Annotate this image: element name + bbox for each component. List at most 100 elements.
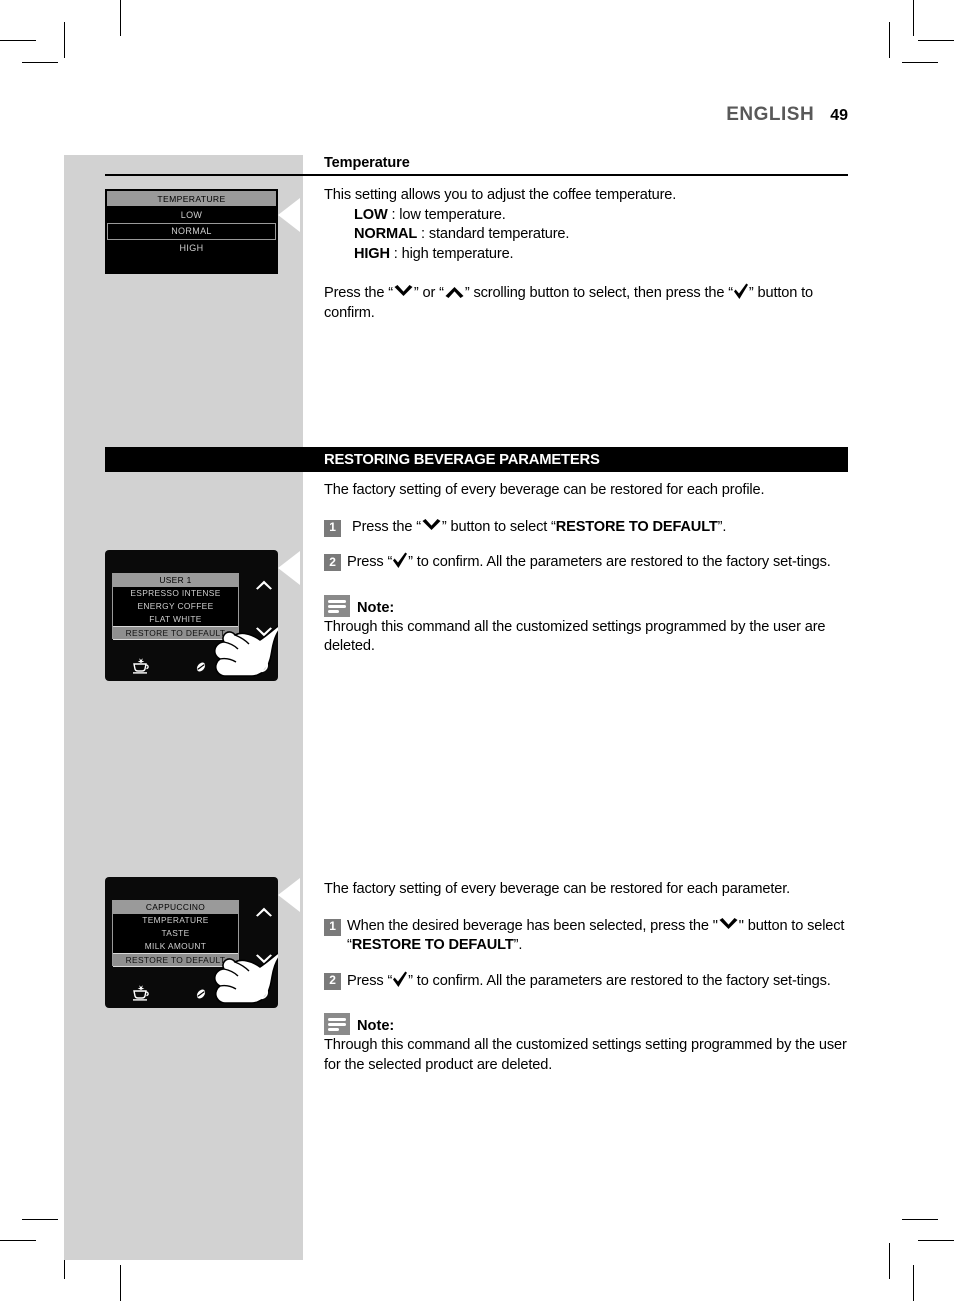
step-text-bold: RESTORE TO DEFAULT <box>555 518 718 535</box>
step-text-a: Press “ <box>347 554 393 571</box>
profile-step-2: 2 Press “ ” to confirm. All the parameter… <box>324 552 848 573</box>
parameter-display-panel: CAPPUCCINO TEMPERATURE TASTE MILK AMOUNT… <box>105 877 278 1008</box>
step-text-b: ” to confirm. All the parameters are res… <box>408 972 831 989</box>
note-text: Through this command all the customized … <box>324 618 826 655</box>
chevron-up-icon <box>255 577 273 595</box>
crop-mark <box>913 1265 914 1301</box>
temperature-option-normal: NORMAL : standard temperature. <box>324 225 848 245</box>
chevron-down-icon <box>421 518 442 533</box>
step-text-b: ” button to select “ <box>441 518 556 535</box>
cup-icon <box>131 984 151 1006</box>
step-text-c: ”. <box>513 937 523 954</box>
step-text-a: Press the “ <box>352 518 421 535</box>
crop-mark <box>902 1219 938 1220</box>
section-header-label: RESTORING BEVERAGE PARAMETERS <box>324 451 600 468</box>
parameter-intro: The factory setting of every beverage ca… <box>324 881 791 897</box>
temperature-instruction: Press the “ ” or “ ” scrolling button to s… <box>324 283 848 323</box>
temperature-display-panel: TEMPERATURE LOW NORMAL HIGH <box>105 189 278 274</box>
option-def-low: : low temperature. <box>391 206 506 223</box>
crop-mark <box>918 1240 954 1241</box>
display-item-espresso-intense: ESPRESSO INTENSE <box>130 588 221 598</box>
temperature-option-high: HIGH : high temperature. <box>324 245 848 265</box>
callout-pointer <box>278 551 300 585</box>
note-text: Through this command all the customized … <box>324 1037 847 1073</box>
parameter-step-1: 1 When the desired beverage has been sel… <box>324 917 848 956</box>
step-number-badge: 1 <box>324 519 341 537</box>
step-number-badge: 1 <box>324 918 341 936</box>
chevron-up-icon <box>255 904 273 922</box>
parameter-note: Note: Through this command all the custo… <box>324 1013 848 1075</box>
page-title: Temperature <box>324 155 410 171</box>
step-text: Press “ ” to confirm. All the parameters … <box>347 552 848 573</box>
section-header-bar: RESTORING BEVERAGE PARAMETERS <box>105 447 848 472</box>
cup-icon <box>131 657 151 679</box>
manual-page: ENGLISH 49 Temperature This setting allo… <box>0 0 954 1301</box>
step-number-badge: 2 <box>324 554 341 572</box>
display-header-temperature: TEMPERATURE <box>107 191 276 206</box>
temperature-option-low: LOW : low temperature. <box>324 206 848 226</box>
display-item-low: LOW <box>180 210 203 220</box>
sidebar-gray-band <box>64 155 303 1260</box>
crop-mark <box>120 0 121 36</box>
step-text: Press the “ ” button to select “RESTORE T… <box>347 518 848 538</box>
option-term-high: HIGH <box>354 245 390 262</box>
crop-mark <box>22 1219 58 1220</box>
instruction-part-c: ” scrolling button to select, then press… <box>464 285 733 302</box>
coffee-bean-icon <box>195 987 207 1005</box>
page-header: ENGLISH 49 <box>726 104 848 126</box>
display-item-temperature: TEMPERATURE <box>142 915 209 925</box>
profile-intro: The factory setting of every beverage ca… <box>324 482 765 498</box>
check-icon <box>733 283 749 300</box>
crop-mark <box>913 0 914 36</box>
crop-mark <box>902 62 938 63</box>
crop-mark <box>22 62 58 63</box>
profile-display-panel: USER 1 ESPRESSO INTENSE ENERGY COFFEE FL… <box>105 550 278 681</box>
option-term-low: LOW <box>354 206 388 223</box>
page-number: 49 <box>830 107 848 124</box>
temperature-intro: This setting allows you to adjust the co… <box>324 187 677 203</box>
note-header: Note: <box>324 1013 848 1036</box>
check-icon <box>392 971 408 988</box>
profile-step-1: 1 Press the “ ” button to select “RESTORE… <box>324 518 848 538</box>
display-item-energy-coffee: ENERGY COFFEE <box>137 601 214 611</box>
parameter-step-2: 2 Press “ ” to confirm. All the parameter… <box>324 971 848 992</box>
note-label: Note: <box>357 599 395 616</box>
note-header: Note: <box>324 594 848 617</box>
coffee-bean-icon <box>195 660 207 678</box>
step-text-c: ”. <box>717 518 727 535</box>
callout-pointer <box>278 198 300 232</box>
option-def-high: : high temperature. <box>393 245 514 262</box>
display-header-user1: USER 1 <box>113 574 238 587</box>
crop-mark <box>889 22 890 58</box>
crop-mark <box>918 40 954 41</box>
callout-pointer <box>278 878 300 912</box>
language-label: ENGLISH <box>726 104 815 125</box>
crop-mark <box>0 40 36 41</box>
power-icon <box>253 984 269 1005</box>
display-item-taste: TASTE <box>161 928 190 938</box>
display-header-cappuccino: CAPPUCCINO <box>113 901 238 914</box>
display-item-high: HIGH <box>179 243 204 253</box>
display-item-normal: NORMAL <box>107 223 276 240</box>
chevron-down-icon <box>393 284 414 299</box>
step-text: Press “ ” to confirm. All the parameters … <box>347 971 848 992</box>
step-text-bold: RESTORE TO DEFAULT <box>351 937 514 954</box>
power-icon <box>253 657 269 678</box>
step-text-a: When the desired beverage has been selec… <box>347 917 718 934</box>
step-text-b: ” to confirm. All the parameters are res… <box>408 554 831 571</box>
note-icon <box>324 1013 350 1036</box>
instruction-part-a: Press the “ <box>324 285 393 302</box>
instruction-part-b: ” or “ <box>413 285 444 302</box>
step-text-a: Press “ <box>347 972 393 989</box>
crop-mark <box>64 22 65 58</box>
option-def-normal: : standard temperature. <box>421 226 570 243</box>
chevron-down-icon <box>718 917 739 932</box>
note-label: Note: <box>357 1018 395 1035</box>
crop-mark <box>0 1240 36 1241</box>
chevron-up-icon <box>444 284 465 299</box>
crop-mark <box>120 1265 121 1301</box>
crop-mark <box>889 1243 890 1279</box>
check-icon <box>392 552 408 569</box>
step-number-badge: 2 <box>324 972 341 990</box>
note-icon <box>324 594 350 617</box>
